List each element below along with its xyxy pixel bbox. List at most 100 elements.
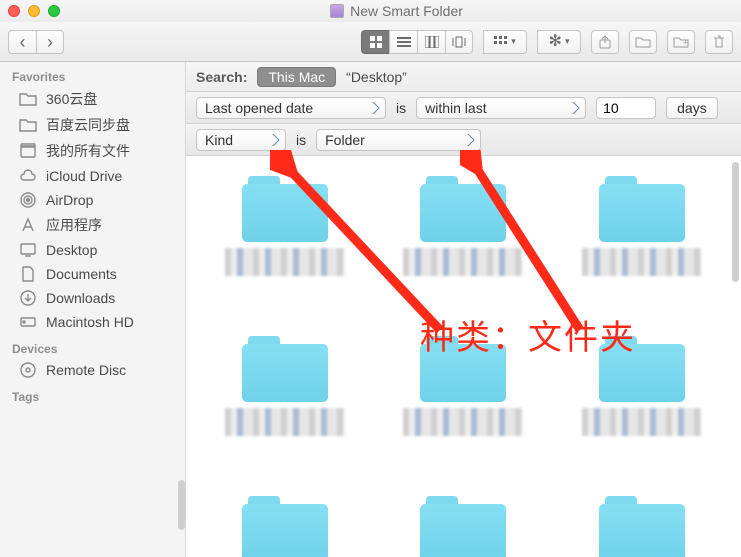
folder-icon: [599, 336, 685, 402]
tags-button[interactable]: [629, 30, 657, 54]
new-folder-button[interactable]: +: [667, 30, 695, 54]
vertical-scrollbar[interactable]: [732, 162, 739, 282]
downloads-icon: [18, 289, 38, 307]
sidebar-item-baidu[interactable]: 百度云同步盘: [0, 112, 185, 138]
documents-icon: [18, 265, 38, 283]
folder-item[interactable]: [573, 176, 711, 326]
sidebar-item-all-files[interactable]: 我的所有文件: [0, 138, 185, 164]
nav-back-button[interactable]: ‹: [8, 30, 36, 54]
sidebar-item-label: 应用程序: [46, 215, 102, 235]
sidebar-item-label: Remote Disc: [46, 362, 126, 378]
folder-icon: [599, 496, 685, 557]
list-icon: [397, 36, 411, 48]
criteria-attribute-select[interactable]: Kind: [196, 129, 286, 151]
folder-item[interactable]: [216, 336, 354, 486]
sidebar-item-applications[interactable]: 应用程序: [0, 212, 185, 238]
folder-item[interactable]: [573, 496, 711, 557]
sidebar-item-label: Downloads: [46, 290, 115, 306]
sidebar-item-label: Macintosh HD: [46, 314, 134, 330]
sidebar-item-macintosh-hd[interactable]: Macintosh HD: [0, 310, 185, 334]
scope-desktop[interactable]: “Desktop”: [346, 69, 407, 85]
folder-icon: [599, 176, 685, 242]
sidebar-item-label: 我的所有文件: [46, 141, 130, 161]
folder-label: [225, 408, 345, 436]
arrange-menu-button[interactable]: ▾: [483, 30, 527, 54]
sidebar-item-label: iCloud Drive: [46, 168, 122, 184]
smart-folder-icon: [330, 4, 344, 18]
sidebar-item-airdrop[interactable]: AirDrop: [0, 188, 185, 212]
folder-icon: [242, 336, 328, 402]
view-mode-segment: [361, 30, 473, 54]
toolbar: ‹ › ▾ ✻▾ +: [0, 22, 741, 62]
folder-icon: [420, 336, 506, 402]
folder-icon: [18, 116, 38, 134]
search-scope-bar: Search: This Mac “Desktop”: [186, 62, 741, 92]
sidebar-item-label: Documents: [46, 266, 117, 282]
content-area: Search: This Mac “Desktop” Last opened d…: [186, 62, 741, 557]
minimize-window-button[interactable]: [28, 5, 40, 17]
sidebar: Favorites 360云盘 百度云同步盘 我的所有文件 iCloud Dri…: [0, 62, 186, 557]
view-coverflow-button[interactable]: [445, 30, 473, 54]
criteria-connector: is: [296, 132, 306, 148]
criteria-condition-select[interactable]: Folder: [316, 129, 481, 151]
chevron-down-icon: ▾: [565, 36, 570, 47]
folder-item[interactable]: [573, 336, 711, 486]
folder-icon: [420, 176, 506, 242]
results-icon-grid[interactable]: [186, 156, 741, 557]
hd-icon: [18, 313, 38, 331]
delete-button[interactable]: [705, 30, 733, 54]
criteria-unit-select[interactable]: days: [666, 97, 718, 119]
criteria-row-2: Kind is Folder: [186, 124, 741, 156]
close-window-button[interactable]: [8, 5, 20, 17]
folder-item[interactable]: [216, 496, 354, 557]
airdrop-icon: [18, 191, 38, 209]
criteria-value-input[interactable]: [596, 97, 656, 119]
tag-folder-icon: [635, 36, 651, 48]
sidebar-heading-devices: Devices: [0, 334, 185, 358]
titlebar: New Smart Folder: [0, 0, 741, 22]
criteria-condition-select[interactable]: within last: [416, 97, 586, 119]
share-button[interactable]: [591, 30, 619, 54]
sidebar-item-label: 360云盘: [46, 89, 97, 109]
view-icons-button[interactable]: [361, 30, 389, 54]
folder-label: [582, 408, 702, 436]
sidebar-item-documents[interactable]: Documents: [0, 262, 185, 286]
criteria-row-1: Last opened date is within last days: [186, 92, 741, 124]
folder-label: [582, 248, 702, 276]
sidebar-item-desktop[interactable]: Desktop: [0, 238, 185, 262]
action-menu-button[interactable]: ✻▾: [537, 30, 581, 54]
view-columns-button[interactable]: [417, 30, 445, 54]
trash-icon: [713, 35, 725, 49]
sidebar-item-icloud[interactable]: iCloud Drive: [0, 164, 185, 188]
arrange-icon: [494, 36, 508, 48]
gear-icon: ✻: [549, 34, 562, 50]
window-controls: [8, 5, 60, 17]
svg-text:+: +: [683, 38, 688, 47]
sidebar-heading-tags: Tags: [0, 382, 185, 406]
sidebar-heading-favorites: Favorites: [0, 62, 185, 86]
folder-item[interactable]: [394, 496, 532, 557]
sidebar-item-360[interactable]: 360云盘: [0, 86, 185, 112]
folder-label: [403, 408, 523, 436]
sidebar-item-downloads[interactable]: Downloads: [0, 286, 185, 310]
folder-item[interactable]: [394, 176, 532, 326]
columns-icon: [425, 36, 439, 48]
cloud-icon: [18, 167, 38, 185]
folder-item[interactable]: [394, 336, 532, 486]
grid-icon: [369, 35, 383, 49]
sidebar-scrollbar[interactable]: [178, 480, 185, 530]
folder-item[interactable]: [216, 176, 354, 326]
scope-this-mac[interactable]: This Mac: [257, 67, 336, 87]
criteria-attribute-select[interactable]: Last opened date: [196, 97, 386, 119]
chevron-down-icon: ▾: [511, 36, 516, 47]
folder-label: [225, 248, 345, 276]
view-list-button[interactable]: [389, 30, 417, 54]
folder-icon: [420, 496, 506, 557]
zoom-window-button[interactable]: [48, 5, 60, 17]
sidebar-item-remote-disc[interactable]: Remote Disc: [0, 358, 185, 382]
disc-icon: [18, 361, 38, 379]
folder-icon: [242, 496, 328, 557]
share-icon: [598, 35, 612, 49]
search-label: Search:: [196, 69, 247, 85]
nav-forward-button[interactable]: ›: [36, 30, 64, 54]
